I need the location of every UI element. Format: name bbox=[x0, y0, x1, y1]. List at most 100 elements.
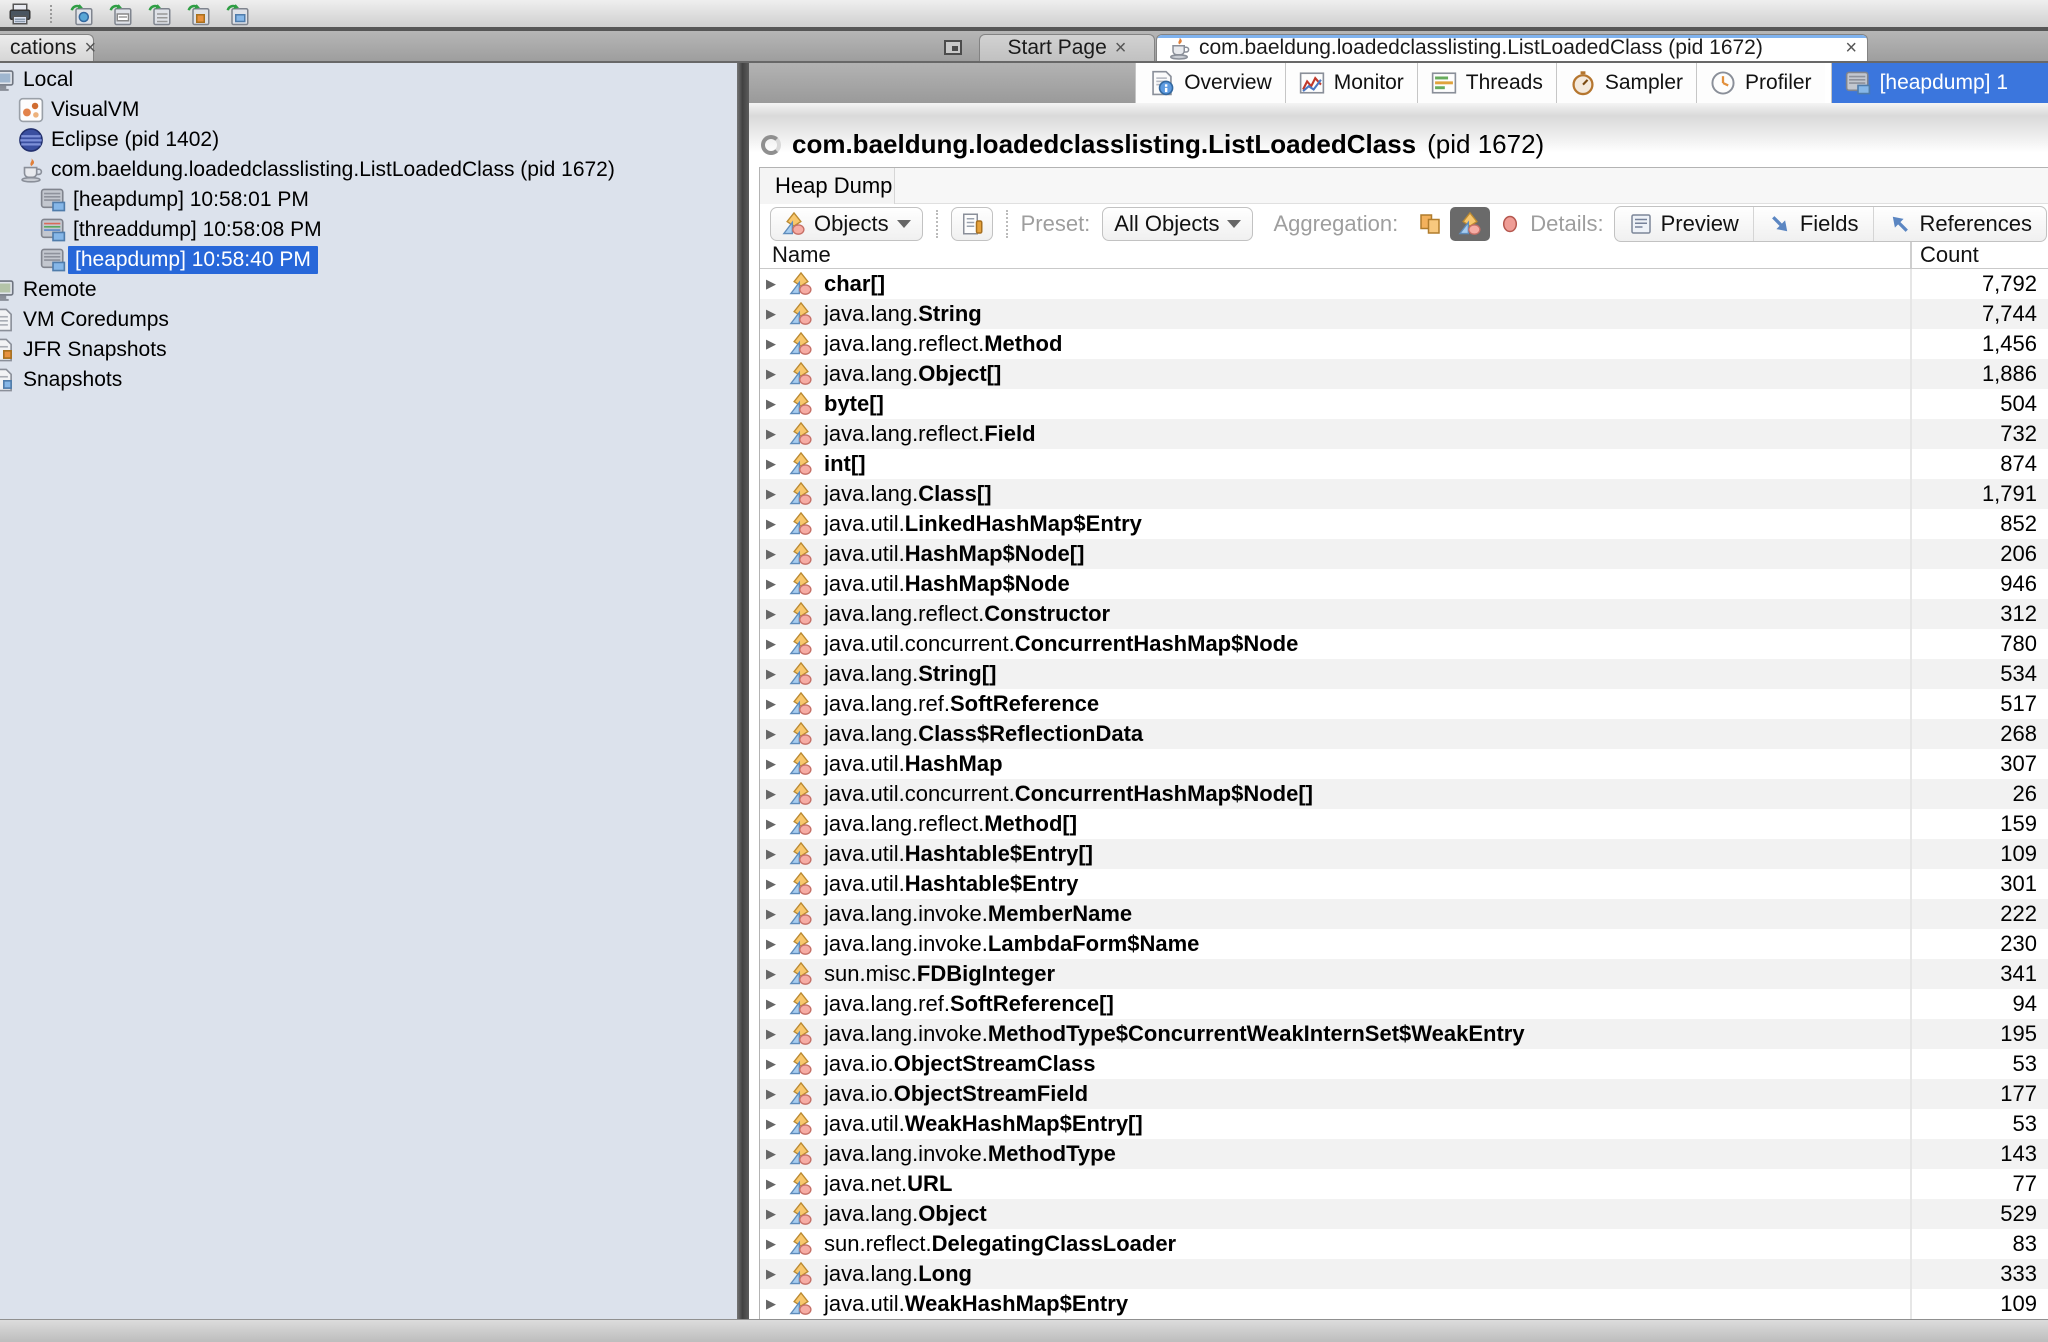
add-application-button[interactable] bbox=[69, 2, 95, 26]
tree-item-local[interactable]: Local bbox=[0, 65, 737, 95]
expand-arrow-icon[interactable]: ▶ bbox=[766, 929, 776, 959]
expand-arrow-icon[interactable]: ▶ bbox=[766, 1049, 776, 1079]
expand-arrow-icon[interactable]: ▶ bbox=[766, 539, 776, 569]
table-row[interactable]: ▶java.lang.ref.SoftReference[]94 bbox=[760, 989, 2048, 1019]
table-row[interactable]: ▶java.lang.reflect.Constructor312 bbox=[760, 599, 2048, 629]
subtab-overview[interactable]: Overview bbox=[1135, 63, 1285, 103]
expand-arrow-icon[interactable]: ▶ bbox=[766, 449, 776, 479]
table-row[interactable]: ▶java.util.WeakHashMap$Entry[]53 bbox=[760, 1109, 2048, 1139]
table-row[interactable]: ▶java.net.URL77 bbox=[760, 1169, 2048, 1199]
expand-arrow-icon[interactable]: ▶ bbox=[766, 419, 776, 449]
minimize-panel-icon[interactable] bbox=[944, 40, 962, 55]
add-snapshot-button[interactable] bbox=[225, 2, 251, 26]
table-row[interactable]: ▶java.io.ObjectStreamClass53 bbox=[760, 1049, 2048, 1079]
table-row[interactable]: ▶java.lang.reflect.Field732 bbox=[760, 419, 2048, 449]
tab-start-page[interactable]: Start Page × bbox=[979, 34, 1155, 61]
expand-arrow-icon[interactable]: ▶ bbox=[766, 899, 776, 929]
instances-aggregation-toggle[interactable] bbox=[1490, 207, 1530, 241]
expand-arrow-icon[interactable]: ▶ bbox=[766, 269, 776, 299]
subtab-heapdump-1[interactable]: [heapdump] 1 bbox=[1831, 63, 2048, 103]
packages-aggregation-toggle[interactable] bbox=[1410, 207, 1450, 241]
table-row[interactable]: ▶char[]7,792 bbox=[760, 269, 2048, 299]
expand-arrow-icon[interactable]: ▶ bbox=[766, 1109, 776, 1139]
preview-button[interactable]: Preview bbox=[1615, 207, 1753, 241]
tree-item-remote[interactable]: Remote bbox=[0, 275, 737, 305]
expand-arrow-icon[interactable]: ▶ bbox=[766, 1079, 776, 1109]
expand-arrow-icon[interactable]: ▶ bbox=[766, 1199, 776, 1229]
table-row[interactable]: ▶java.lang.Object529 bbox=[760, 1199, 2048, 1229]
table-row[interactable]: ▶java.util.WeakHashMap$Entry109 bbox=[760, 1289, 2048, 1319]
column-header-count[interactable]: Count bbox=[1910, 242, 2048, 268]
table-row[interactable]: ▶java.lang.Long333 bbox=[760, 1259, 2048, 1289]
table-row[interactable]: ▶java.lang.invoke.MethodType$ConcurrentW… bbox=[760, 1019, 2048, 1049]
properties-button[interactable] bbox=[951, 207, 993, 241]
heap-dump-tab[interactable]: Heap Dump bbox=[760, 168, 895, 204]
close-icon[interactable]: × bbox=[1845, 38, 1857, 58]
add-vm-coredump-button[interactable] bbox=[147, 2, 173, 26]
expand-arrow-icon[interactable]: ▶ bbox=[766, 1169, 776, 1199]
expand-arrow-icon[interactable]: ▶ bbox=[766, 1139, 776, 1169]
table-row[interactable]: ▶int[]874 bbox=[760, 449, 2048, 479]
subtab-profiler[interactable]: Profiler bbox=[1696, 63, 1825, 103]
tree-item-heapdump-10-58-01-pm[interactable]: [heapdump] 10:58:01 PM bbox=[0, 185, 737, 215]
close-icon[interactable]: × bbox=[85, 38, 97, 58]
expand-arrow-icon[interactable]: ▶ bbox=[766, 1289, 776, 1319]
table-row[interactable]: ▶java.lang.reflect.Method1,456 bbox=[760, 329, 2048, 359]
expand-arrow-icon[interactable]: ▶ bbox=[766, 839, 776, 869]
table-row[interactable]: ▶java.io.ObjectStreamField177 bbox=[760, 1079, 2048, 1109]
expand-arrow-icon[interactable]: ▶ bbox=[766, 869, 776, 899]
table-row[interactable]: ▶java.util.HashMap$Node946 bbox=[760, 569, 2048, 599]
fields-button[interactable]: Fields bbox=[1753, 207, 1873, 241]
expand-arrow-icon[interactable]: ▶ bbox=[766, 629, 776, 659]
expand-arrow-icon[interactable]: ▶ bbox=[766, 509, 776, 539]
tab-applications[interactable]: cations × bbox=[0, 34, 94, 61]
references-button[interactable]: References bbox=[1873, 207, 2047, 241]
tab-listloadedclass[interactable]: com.baeldung.loadedclasslisting.ListLoad… bbox=[1156, 34, 1868, 61]
tree-item-jfr-snapshots[interactable]: JFR Snapshots bbox=[0, 335, 737, 365]
table-row[interactable]: ▶java.lang.Object[]1,886 bbox=[760, 359, 2048, 389]
tree-item-vm-coredumps[interactable]: VM Coredumps bbox=[0, 305, 737, 335]
subtab-sampler[interactable]: Sampler bbox=[1556, 63, 1696, 103]
table-row[interactable]: ▶java.lang.String[]534 bbox=[760, 659, 2048, 689]
table-row[interactable]: ▶sun.reflect.DelegatingClassLoader83 bbox=[760, 1229, 2048, 1259]
tree-item-heapdump-10-58-40-pm[interactable]: [heapdump] 10:58:40 PM bbox=[0, 245, 737, 275]
table-row[interactable]: ▶java.lang.String7,744 bbox=[760, 299, 2048, 329]
expand-arrow-icon[interactable]: ▶ bbox=[766, 659, 776, 689]
add-jfr-snapshot-button[interactable] bbox=[186, 2, 212, 26]
table-row[interactable]: ▶java.util.Hashtable$Entry[]109 bbox=[760, 839, 2048, 869]
expand-arrow-icon[interactable]: ▶ bbox=[766, 719, 776, 749]
table-row[interactable]: ▶sun.misc.FDBigInteger341 bbox=[760, 959, 2048, 989]
expand-arrow-icon[interactable]: ▶ bbox=[766, 1019, 776, 1049]
table-row[interactable]: ▶java.lang.invoke.MethodType143 bbox=[760, 1139, 2048, 1169]
table-row[interactable]: ▶java.util.LinkedHashMap$Entry852 bbox=[760, 509, 2048, 539]
expand-arrow-icon[interactable]: ▶ bbox=[766, 389, 776, 419]
expand-arrow-icon[interactable]: ▶ bbox=[766, 809, 776, 839]
objects-dropdown-button[interactable]: Objects bbox=[770, 207, 923, 241]
table-row[interactable]: ▶java.util.concurrent.ConcurrentHashMap$… bbox=[760, 779, 2048, 809]
preset-dropdown[interactable]: All Objects bbox=[1102, 207, 1253, 241]
panel-splitter[interactable] bbox=[737, 63, 749, 1319]
subtab-monitor[interactable]: Monitor bbox=[1285, 63, 1417, 103]
table-row[interactable]: ▶java.util.HashMap$Node[]206 bbox=[760, 539, 2048, 569]
expand-arrow-icon[interactable]: ▶ bbox=[766, 569, 776, 599]
table-row[interactable]: ▶java.lang.ref.SoftReference517 bbox=[760, 689, 2048, 719]
table-row[interactable]: ▶java.util.HashMap307 bbox=[760, 749, 2048, 779]
column-header-name[interactable]: Name bbox=[772, 242, 831, 268]
tree-item-eclipse-pid-1402[interactable]: Eclipse (pid 1402) bbox=[0, 125, 737, 155]
tree-item-com-baeldung-loadedclasslisting-listloadedclass-pid-1672[interactable]: com.baeldung.loadedclasslisting.ListLoad… bbox=[0, 155, 737, 185]
expand-arrow-icon[interactable]: ▶ bbox=[766, 989, 776, 1019]
tree-item-visualvm[interactable]: VisualVM bbox=[0, 95, 737, 125]
tree-item-threaddump-10-58-08-pm[interactable]: [threaddump] 10:58:08 PM bbox=[0, 215, 737, 245]
expand-arrow-icon[interactable]: ▶ bbox=[766, 959, 776, 989]
expand-arrow-icon[interactable]: ▶ bbox=[766, 599, 776, 629]
subtab-threads[interactable]: Threads bbox=[1417, 63, 1556, 103]
expand-arrow-icon[interactable]: ▶ bbox=[766, 299, 776, 329]
expand-arrow-icon[interactable]: ▶ bbox=[766, 779, 776, 809]
expand-arrow-icon[interactable]: ▶ bbox=[766, 1259, 776, 1289]
table-row[interactable]: ▶java.lang.reflect.Method[]159 bbox=[760, 809, 2048, 839]
table-row[interactable]: ▶java.util.concurrent.ConcurrentHashMap$… bbox=[760, 629, 2048, 659]
close-icon[interactable]: × bbox=[1115, 38, 1127, 58]
table-row[interactable]: ▶byte[]504 bbox=[760, 389, 2048, 419]
table-row[interactable]: ▶java.lang.invoke.LambdaForm$Name230 bbox=[760, 929, 2048, 959]
expand-arrow-icon[interactable]: ▶ bbox=[766, 329, 776, 359]
